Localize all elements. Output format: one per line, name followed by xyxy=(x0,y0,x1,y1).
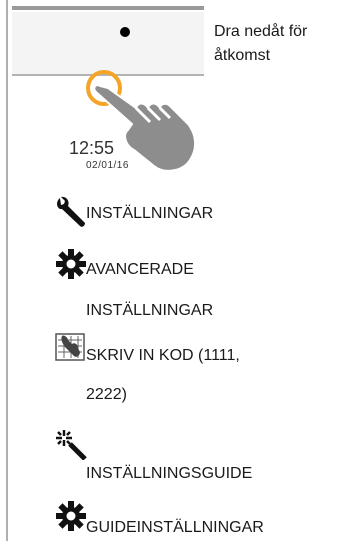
menu-label-guide-settings[interactable]: GUIDEINSTÄLLNINGAR xyxy=(86,518,264,538)
menu-label-advanced-2[interactable]: INSTÄLLNINGAR xyxy=(86,301,213,321)
swipe-hint-text: Dra nedåt för åtkomst xyxy=(214,20,339,68)
gear-icon xyxy=(56,249,86,279)
menu-label-guide[interactable]: INSTÄLLNINGSGUIDE xyxy=(86,464,252,484)
magic-wand-icon xyxy=(56,430,87,460)
left-divider xyxy=(6,0,8,541)
camera-dot xyxy=(120,27,130,37)
gear-icon xyxy=(56,501,86,531)
pointing-hand-icon xyxy=(93,84,196,172)
menu-label-advanced[interactable]: AVANCERADE xyxy=(86,260,194,280)
hint-line-1: Dra nedåt för xyxy=(214,23,308,40)
swipe-down-illustration: 12:55 02/01/16 xyxy=(12,0,204,196)
top-bar xyxy=(12,6,204,10)
menu-label-code[interactable]: SKRIV IN KOD (1111, xyxy=(86,346,240,366)
hint-line-2: åtkomst xyxy=(214,47,271,64)
notification-panel xyxy=(12,12,204,76)
wrench-icon xyxy=(57,196,85,227)
code-entry-icon xyxy=(55,333,85,361)
menu-label-code-2[interactable]: 2222) xyxy=(86,385,127,405)
menu-label-settings[interactable]: INSTÄLLNINGAR xyxy=(86,204,213,224)
